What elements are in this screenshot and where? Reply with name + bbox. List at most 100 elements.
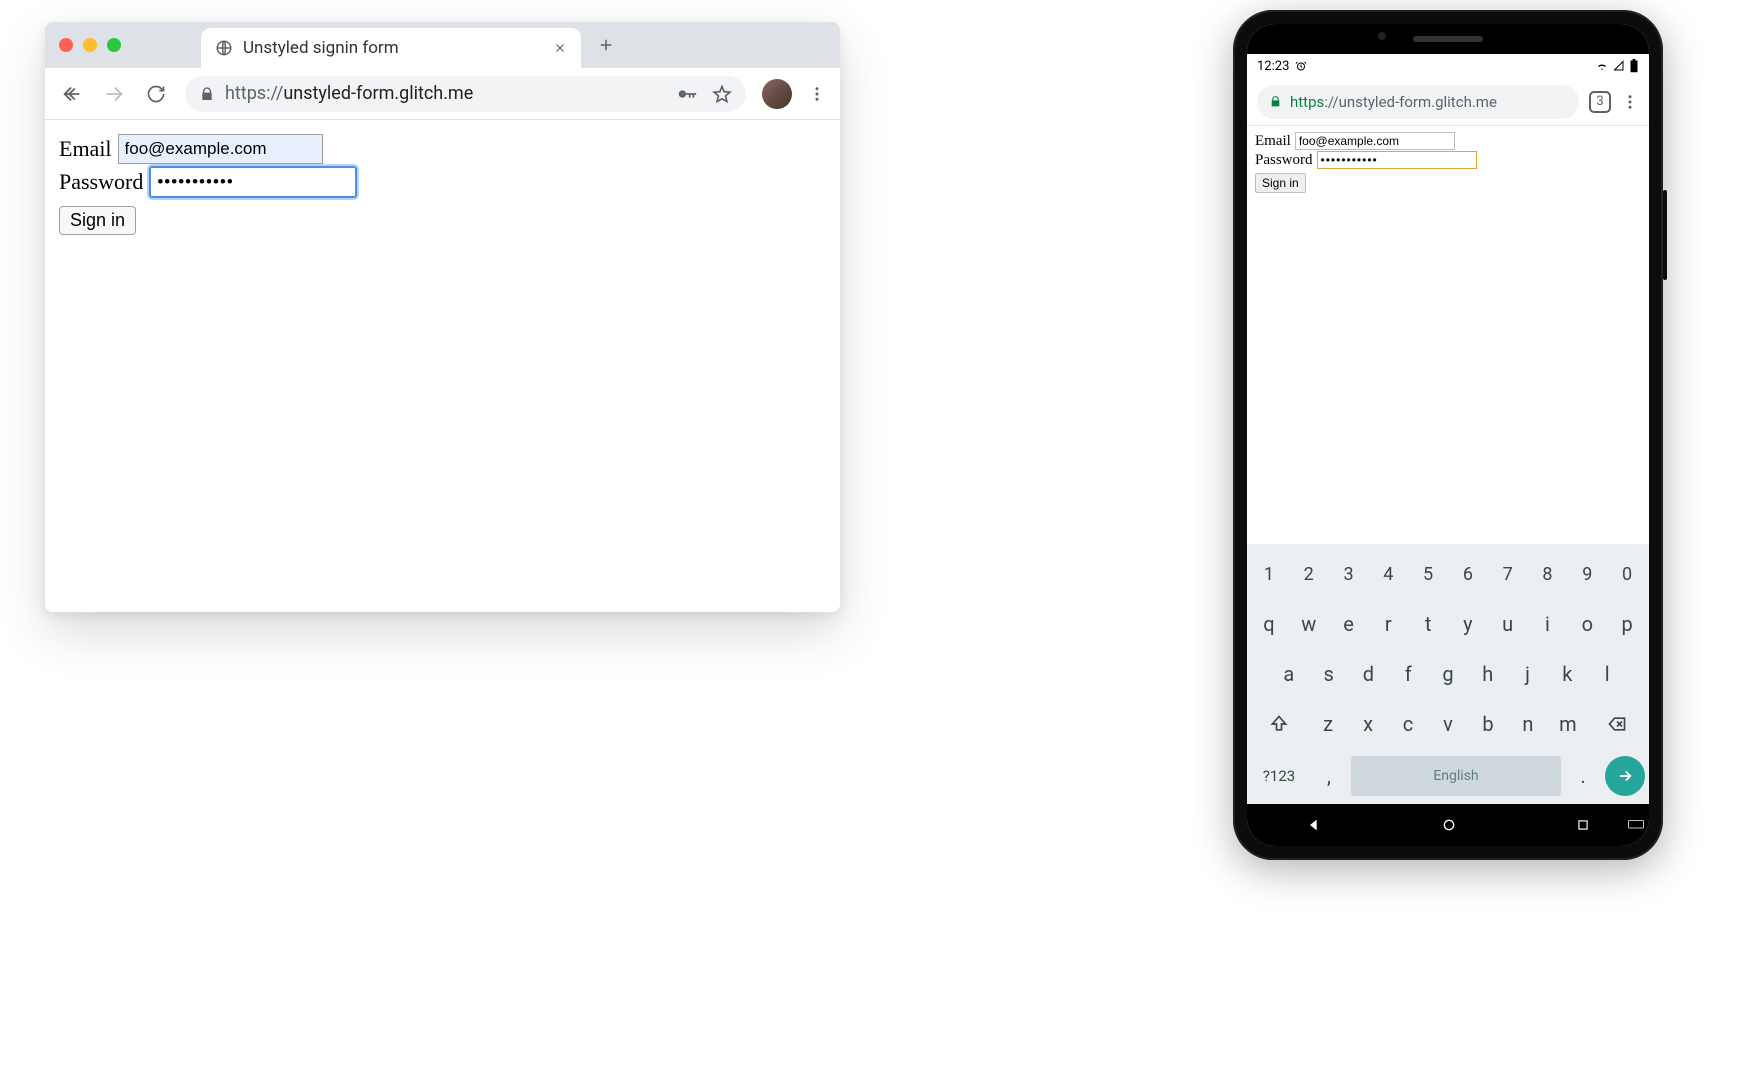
key-i[interactable]: i bbox=[1530, 602, 1566, 646]
tab-title: Unstyled signin form bbox=[243, 38, 543, 58]
mobile-address-bar[interactable]: https://unstyled-form.glitch.me bbox=[1257, 85, 1579, 119]
close-window-button[interactable] bbox=[59, 38, 73, 52]
sign-in-button[interactable]: Sign in bbox=[59, 206, 136, 235]
key-m[interactable]: m bbox=[1550, 702, 1586, 746]
key-l[interactable]: l bbox=[1589, 652, 1625, 696]
key-1[interactable]: 1 bbox=[1251, 552, 1287, 596]
password-label: Password bbox=[59, 169, 143, 195]
nav-recent-button[interactable] bbox=[1576, 818, 1590, 832]
email-label: Email bbox=[59, 136, 112, 162]
keyboard-bottom-row: ?123 , English . bbox=[1251, 752, 1645, 798]
mobile-page-content: Email Password Sign in bbox=[1247, 126, 1649, 199]
key-z[interactable]: z bbox=[1310, 702, 1346, 746]
front-camera bbox=[1378, 32, 1386, 40]
status-bar: 12:23 bbox=[1247, 54, 1649, 78]
key-icon[interactable] bbox=[676, 83, 698, 105]
url-host: unstyled-form.glitch.me bbox=[283, 83, 473, 104]
period-key[interactable]: . bbox=[1565, 754, 1601, 798]
nav-back-button[interactable] bbox=[1306, 817, 1322, 833]
tab-switcher-button[interactable]: 3 bbox=[1589, 91, 1611, 113]
key-u[interactable]: u bbox=[1490, 602, 1526, 646]
keyboard-row-1: qwertyuiop bbox=[1251, 602, 1645, 646]
alarm-icon bbox=[1295, 60, 1307, 72]
signal-icon bbox=[1613, 60, 1625, 72]
mobile-password-field[interactable] bbox=[1317, 151, 1477, 169]
key-0[interactable]: 0 bbox=[1609, 552, 1645, 596]
key-k[interactable]: k bbox=[1549, 652, 1585, 696]
mobile-password-label: Password bbox=[1255, 152, 1313, 169]
key-r[interactable]: r bbox=[1370, 602, 1406, 646]
globe-icon bbox=[215, 39, 233, 57]
mobile-sign-in-button[interactable]: Sign in bbox=[1255, 173, 1306, 193]
page-whitespace bbox=[1247, 199, 1649, 544]
address-bar[interactable]: https://unstyled-form.glitch.me bbox=[185, 76, 746, 112]
key-7[interactable]: 7 bbox=[1490, 552, 1526, 596]
android-nav-bar bbox=[1247, 804, 1649, 846]
key-d[interactable]: d bbox=[1351, 652, 1387, 696]
backspace-key[interactable] bbox=[1590, 702, 1645, 746]
nav-home-button[interactable] bbox=[1441, 817, 1457, 833]
browser-toolbar: https://unstyled-form.glitch.me bbox=[45, 68, 840, 120]
key-e[interactable]: e bbox=[1331, 602, 1367, 646]
mobile-device-frame: 12:23 http bbox=[1233, 10, 1663, 860]
key-2[interactable]: 2 bbox=[1291, 552, 1327, 596]
key-6[interactable]: 6 bbox=[1450, 552, 1486, 596]
star-icon[interactable] bbox=[712, 84, 732, 104]
keyboard-row-numbers: 1234567890 bbox=[1251, 552, 1645, 596]
minimize-window-button[interactable] bbox=[83, 38, 97, 52]
key-a[interactable]: a bbox=[1271, 652, 1307, 696]
maximize-window-button[interactable] bbox=[107, 38, 121, 52]
key-f[interactable]: f bbox=[1390, 652, 1426, 696]
key-q[interactable]: q bbox=[1251, 602, 1287, 646]
page-content: Email Password Sign in bbox=[45, 120, 840, 612]
lock-icon bbox=[199, 86, 215, 102]
url-text: https://unstyled-form.glitch.me bbox=[225, 83, 473, 104]
key-g[interactable]: g bbox=[1430, 652, 1466, 696]
key-p[interactable]: p bbox=[1609, 602, 1645, 646]
key-w[interactable]: w bbox=[1291, 602, 1327, 646]
browser-tabstrip: Unstyled signin form bbox=[45, 22, 840, 68]
key-v[interactable]: v bbox=[1430, 702, 1466, 746]
shift-key[interactable] bbox=[1251, 702, 1306, 746]
mobile-browser-toolbar: https://unstyled-form.glitch.me 3 bbox=[1247, 78, 1649, 126]
enter-key[interactable] bbox=[1605, 756, 1645, 796]
close-tab-button[interactable] bbox=[553, 41, 567, 55]
key-b[interactable]: b bbox=[1470, 702, 1506, 746]
reload-button[interactable] bbox=[143, 81, 169, 107]
key-j[interactable]: j bbox=[1510, 652, 1546, 696]
forward-button[interactable] bbox=[101, 81, 127, 107]
mobile-menu-button[interactable] bbox=[1621, 93, 1639, 111]
window-controls bbox=[59, 38, 121, 52]
key-o[interactable]: o bbox=[1569, 602, 1605, 646]
browser-menu-button[interactable] bbox=[808, 85, 826, 103]
phone-bezel-top bbox=[1247, 24, 1649, 54]
key-h[interactable]: h bbox=[1470, 652, 1506, 696]
key-8[interactable]: 8 bbox=[1530, 552, 1566, 596]
key-y[interactable]: y bbox=[1450, 602, 1486, 646]
password-field[interactable] bbox=[149, 166, 357, 198]
keyboard-row-3: zxcvbnm bbox=[1251, 702, 1645, 746]
mobile-url: https://unstyled-form.glitch.me bbox=[1290, 93, 1497, 111]
key-4[interactable]: 4 bbox=[1370, 552, 1406, 596]
key-c[interactable]: c bbox=[1390, 702, 1426, 746]
key-9[interactable]: 9 bbox=[1569, 552, 1605, 596]
spacebar-key[interactable]: English bbox=[1351, 756, 1561, 796]
mobile-email-label: Email bbox=[1255, 133, 1291, 150]
key-n[interactable]: n bbox=[1510, 702, 1546, 746]
keyboard-row-2: asdfghjkl bbox=[1251, 652, 1645, 696]
back-button[interactable] bbox=[59, 81, 85, 107]
comma-key[interactable]: , bbox=[1311, 754, 1347, 798]
new-tab-button[interactable] bbox=[597, 36, 615, 54]
browser-tab[interactable]: Unstyled signin form bbox=[201, 28, 581, 68]
key-3[interactable]: 3 bbox=[1331, 552, 1367, 596]
key-s[interactable]: s bbox=[1311, 652, 1347, 696]
mobile-email-field[interactable] bbox=[1295, 132, 1455, 150]
symbols-key[interactable]: ?123 bbox=[1251, 754, 1307, 798]
profile-avatar[interactable] bbox=[762, 79, 792, 109]
key-x[interactable]: x bbox=[1350, 702, 1386, 746]
key-t[interactable]: t bbox=[1410, 602, 1446, 646]
key-5[interactable]: 5 bbox=[1410, 552, 1446, 596]
keyboard-collapse-button[interactable] bbox=[1627, 819, 1645, 831]
email-field[interactable] bbox=[118, 134, 323, 164]
wifi-icon bbox=[1595, 60, 1609, 72]
